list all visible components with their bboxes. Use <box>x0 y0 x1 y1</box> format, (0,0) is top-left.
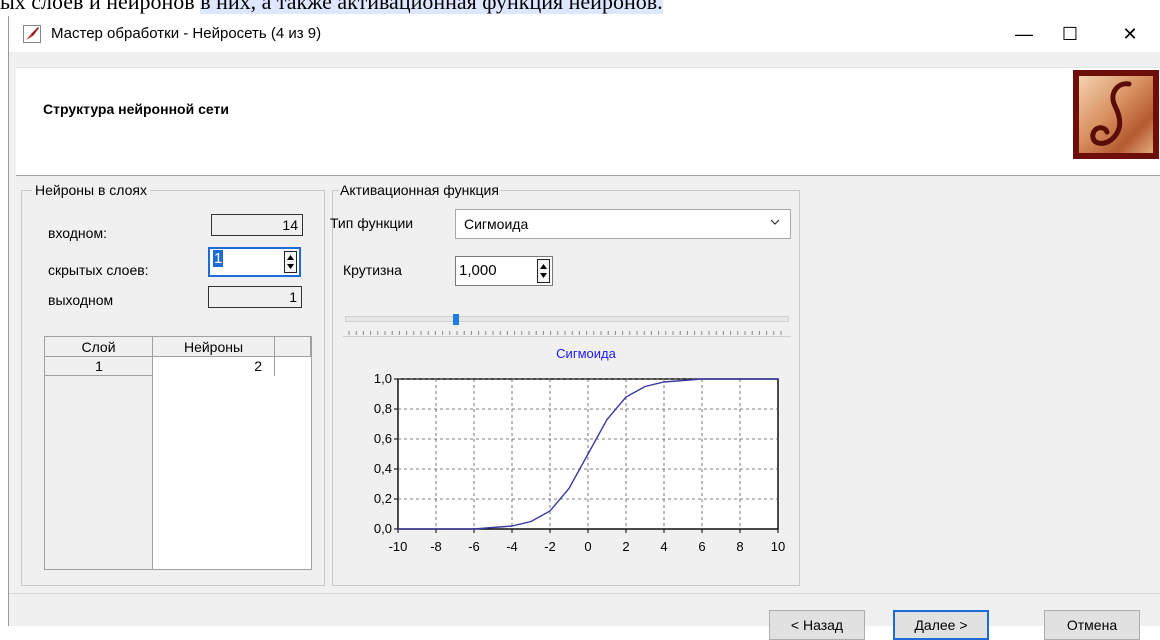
minimize-icon: — <box>1015 23 1033 44</box>
column-header-neurons[interactable]: Нейроны <box>153 337 275 357</box>
spinner-arrows-icon[interactable] <box>284 251 297 273</box>
app-icon <box>23 25 41 43</box>
x-tick-label: -2 <box>544 539 556 554</box>
close-icon: ✕ <box>1122 23 1138 44</box>
row-indicator-column <box>45 357 153 569</box>
background-document-text: ых слоев и нейронов в них, а также актив… <box>0 0 663 15</box>
maximize-button[interactable]: ☐ <box>1047 16 1093 52</box>
close-button[interactable]: ✕ <box>1107 16 1153 52</box>
wizard-window: Мастер обработки - Нейросеть (4 из 9) — … <box>8 16 1160 640</box>
deductor-logo <box>1073 70 1159 159</box>
sigmoid-chart-area: Сигмоида -10 -8 -6 -4 -2 0 2 4 6 8 10 0,0 0,2 0,4 0,6 0,… <box>343 336 791 568</box>
next-button[interactable]: Далее > <box>893 610 989 640</box>
x-tick-label: 10 <box>771 539 785 554</box>
layers-table[interactable]: Слой Нейроны 1 2 <box>44 336 312 570</box>
x-tick-label: 4 <box>660 539 667 554</box>
window-title: Мастер обработки - Нейросеть (4 из 9) <box>51 25 322 42</box>
y-tick-label: 1,0 <box>374 371 392 386</box>
hidden-layers-spinner[interactable]: 1 <box>208 247 301 277</box>
output-layer-label: выходном <box>48 292 114 308</box>
doc-text-highlight: в них, а также активационная функция ней… <box>200 0 663 14</box>
chevron-down-icon <box>770 219 780 225</box>
x-tick-label: -4 <box>506 539 518 554</box>
x-tick-label: -8 <box>430 539 442 554</box>
steepness-slider-thumb[interactable] <box>453 314 459 325</box>
hidden-layers-value: 1 <box>213 250 224 267</box>
sigmoid-chart: Сигмоида -10 -8 -6 -4 -2 0 2 4 6 8 10 0,0 0,2 0,4 0,6 0,… <box>374 346 785 554</box>
background-document-strip: ых слоев и нейронов в них, а также актив… <box>0 0 1160 16</box>
chart-title: Сигмоида <box>556 346 616 361</box>
function-type-value: Сигмоида <box>464 216 529 232</box>
y-tick-label: 0,0 <box>374 521 392 536</box>
table-row-layer-cell[interactable]: 1 <box>45 357 153 376</box>
neurons-group-label: Нейроны в слоях <box>32 182 150 198</box>
x-tick-label: -10 <box>389 539 408 554</box>
steepness-arrows-icon[interactable] <box>537 259 550 283</box>
minimize-button[interactable]: — <box>1001 16 1047 52</box>
y-tick-label: 0,4 <box>374 461 392 476</box>
steepness-spinner[interactable]: 1,000 <box>455 256 553 286</box>
wizard-header: Структура нейронной сети <box>16 67 1160 176</box>
output-neurons-field: 1 <box>208 286 302 308</box>
steepness-slider-track[interactable] <box>345 316 789 322</box>
maximize-icon: ☐ <box>1061 23 1079 44</box>
input-neurons-field: 14 <box>211 214 303 236</box>
y-tick-label: 0,2 <box>374 491 392 506</box>
x-tick-label: 0 <box>584 539 591 554</box>
function-type-label: Тип функции <box>330 215 414 231</box>
column-header-layer[interactable]: Слой <box>45 337 153 357</box>
steepness-value: 1,000 <box>459 262 497 279</box>
x-tick-label: 2 <box>622 539 629 554</box>
x-tick-label: 8 <box>736 539 743 554</box>
cancel-button[interactable]: Отмена <box>1044 610 1140 640</box>
doc-text-plain: ых слоев и нейронов <box>0 0 201 14</box>
activation-group-label: Активационная функция <box>339 182 500 198</box>
hidden-layers-label: скрытых слоев: <box>48 262 149 278</box>
logo-glyph-icon <box>1090 81 1132 146</box>
function-type-select[interactable]: Сигмоида <box>455 209 791 239</box>
y-tick-label: 0,8 <box>374 401 392 416</box>
title-bar: Мастер обработки - Нейросеть (4 из 9) — … <box>9 16 1160 52</box>
footer-divider <box>9 593 1160 594</box>
input-layer-label: входном: <box>48 225 107 241</box>
column-header-empty <box>275 337 311 357</box>
table-row-neurons-cell[interactable]: 2 <box>153 357 275 376</box>
page-title: Структура нейронной сети <box>43 101 229 117</box>
steepness-label: Крутизна <box>343 262 402 278</box>
x-tick-label: 6 <box>698 539 705 554</box>
x-tick-label: -6 <box>468 539 480 554</box>
back-button[interactable]: < Назад <box>769 610 865 640</box>
y-tick-label: 0,6 <box>374 431 392 446</box>
